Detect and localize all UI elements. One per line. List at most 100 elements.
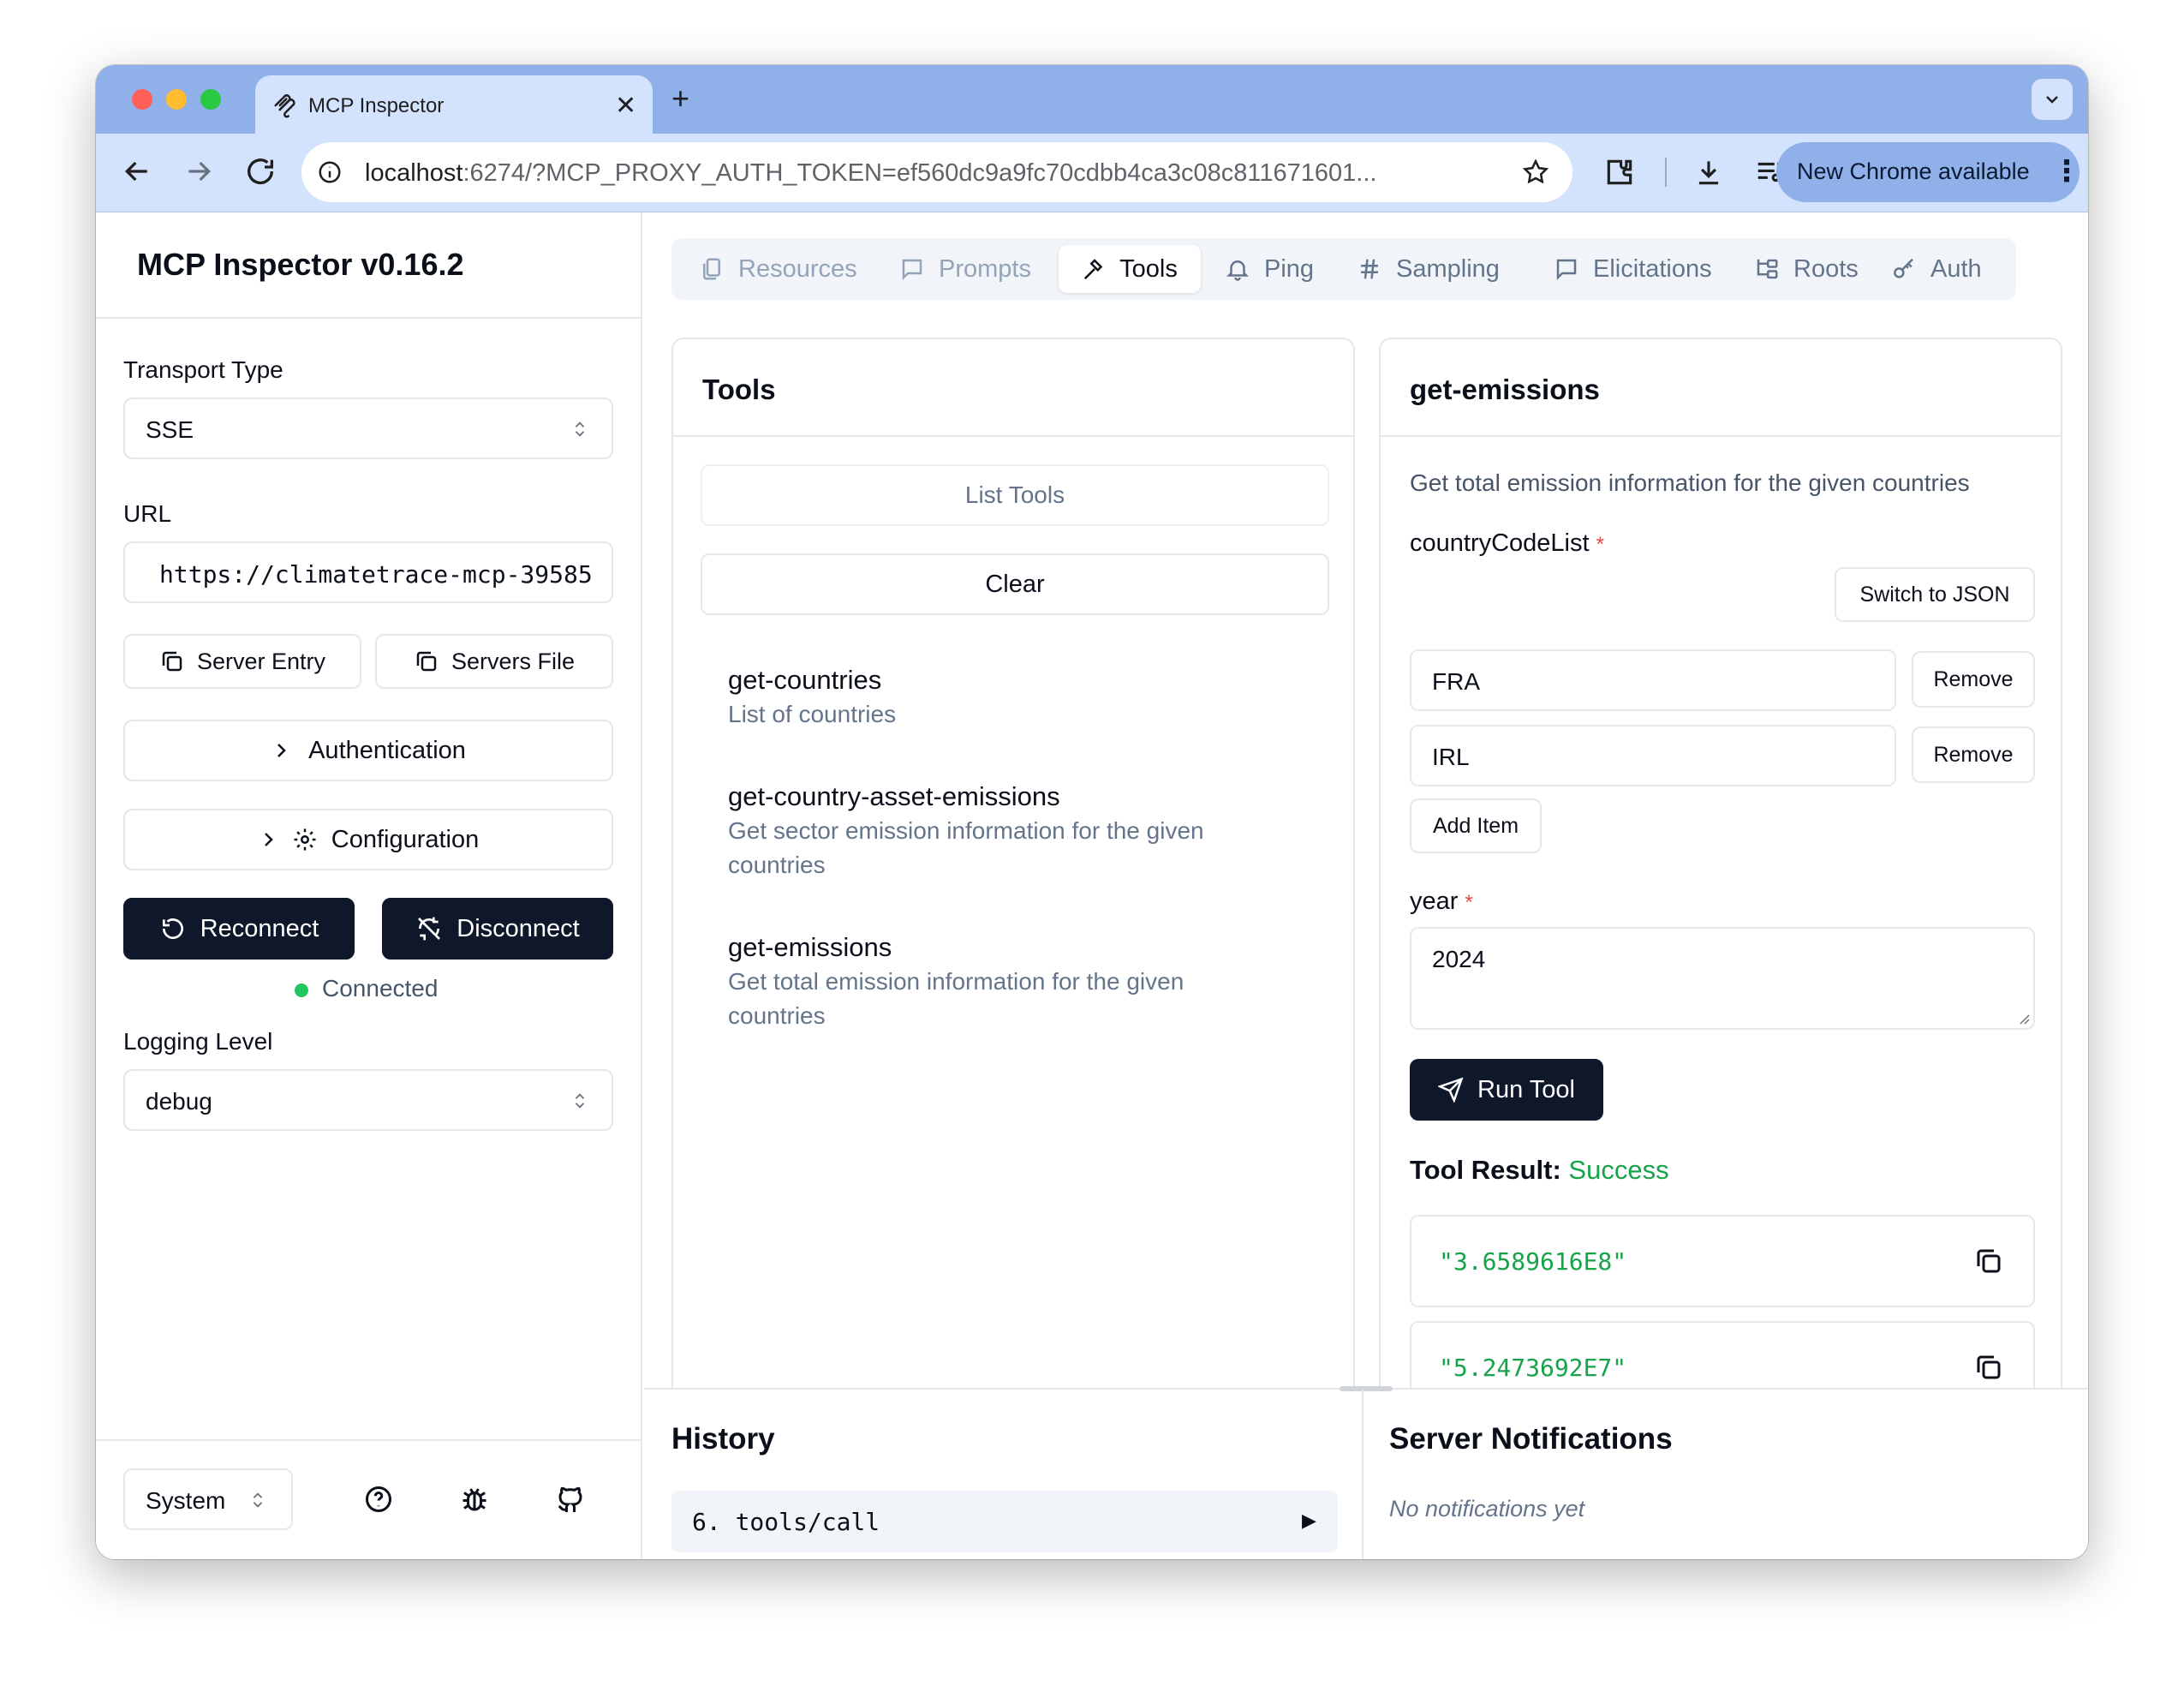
param-year-label: year * (1410, 888, 1473, 915)
expand-arrow-icon[interactable]: ▶ (1302, 1510, 1316, 1532)
reload-icon[interactable] (243, 154, 277, 188)
unplug-icon (418, 917, 441, 941)
chevrons-up-down-icon (570, 1090, 589, 1112)
hammer-icon (1084, 259, 1103, 280)
tab-ping[interactable]: Ping (1225, 248, 1314, 290)
help-circle-icon[interactable] (363, 1484, 394, 1515)
site-info-icon[interactable] (317, 159, 343, 185)
tool-item-get-emissions[interactable]: get-emissions Get total emission informa… (728, 930, 1310, 1033)
bug-icon[interactable] (459, 1484, 490, 1515)
browser-tab[interactable]: MCP Inspector ✕ (255, 75, 653, 134)
browser-window: MCP Inspector ✕ + localhost:6274/?MCP_PR… (96, 65, 2088, 1559)
url-label: URL (123, 500, 172, 527)
tool-item-get-country-asset-emissions[interactable]: get-country-asset-emissions Get sector e… (728, 780, 1310, 882)
toolbar-divider (1665, 158, 1667, 187)
tab-title: MCP Inspector (308, 94, 445, 117)
extensions-icon[interactable] (1603, 156, 1636, 188)
add-item-button[interactable]: Add Item (1410, 798, 1542, 853)
copy-icon (162, 651, 182, 672)
run-tool-button[interactable]: Run Tool (1410, 1059, 1603, 1121)
url-input[interactable]: https://climatetrace-mcp-39585 (123, 541, 613, 603)
github-icon[interactable] (555, 1484, 586, 1515)
message-square-icon (1556, 259, 1577, 281)
tools-card: Tools List Tools Clear get-countries Lis… (671, 338, 1355, 1559)
chrome-update-button[interactable]: New Chrome available ⋮ (1776, 142, 2081, 202)
logging-level-label: Logging Level (123, 1028, 273, 1055)
close-window-button[interactable] (132, 89, 152, 110)
rotate-ccw-icon (162, 918, 183, 940)
message-square-icon (902, 259, 922, 281)
history-entry[interactable]: 6. tools/call ▶ (671, 1491, 1338, 1552)
tab-resources[interactable]: Resources (699, 248, 857, 290)
chevron-right-icon (264, 833, 273, 846)
back-icon[interactable] (120, 154, 154, 188)
bookmark-star-icon[interactable] (1521, 158, 1550, 187)
tab-bar: Resources Prompts Tools Ping Sampling El… (671, 238, 2016, 300)
forward-icon[interactable] (182, 154, 216, 188)
download-icon[interactable] (1692, 156, 1725, 188)
transport-type-label: Transport Type (123, 356, 283, 383)
more-vertical-icon[interactable]: ⋮ (2052, 154, 2081, 188)
sidebar: MCP Inspector v0.16.2 Transport Type SSE… (96, 212, 642, 1559)
switch-to-json-button[interactable]: Switch to JSON (1835, 567, 2035, 622)
tab-tools[interactable]: Tools (1059, 245, 1201, 293)
panel-divider (1362, 1390, 1364, 1559)
connection-status: Connected (322, 975, 439, 1001)
resize-handle-icon[interactable] (2018, 1013, 2030, 1025)
tool-detail-card: get-emissions Get total emission informa… (1379, 338, 2062, 1559)
url-text[interactable]: localhost:6274/?MCP_PROXY_AUTH_TOKEN=ef5… (365, 159, 1376, 188)
server-entry-button[interactable]: Server Entry (123, 634, 361, 689)
array-item-input[interactable]: IRL (1410, 725, 1896, 786)
tab-prompts[interactable]: Prompts (899, 248, 1031, 290)
bottom-panel: History 6. tools/call ▶ Server Notificat… (644, 1386, 2088, 1559)
remove-item-button[interactable]: Remove (1912, 651, 2035, 708)
theme-select[interactable]: System (123, 1468, 293, 1530)
copy-icon[interactable] (1973, 1246, 2004, 1276)
logging-level-select[interactable]: debug (123, 1069, 613, 1131)
key-icon (1894, 258, 1913, 278)
year-textarea[interactable]: 2024 (1410, 927, 2035, 1030)
app-title: MCP Inspector v0.16.2 (137, 247, 464, 282)
configuration-toggle[interactable]: Configuration (123, 809, 613, 870)
mcp-logo-icon (272, 93, 298, 118)
sidebar-footer-divider (96, 1439, 642, 1441)
tool-description: Get total emission information for the g… (1410, 469, 1970, 496)
servers-file-button[interactable]: Servers File (375, 634, 613, 689)
tool-item-get-countries[interactable]: get-countries List of countries (728, 663, 1310, 732)
tools-card-title: Tools (702, 374, 776, 405)
tab-elicitations[interactable]: Elicitations (1554, 248, 1712, 290)
tab-auth[interactable]: Auth (1891, 248, 1982, 290)
close-tab-icon[interactable]: ✕ (615, 91, 636, 121)
clear-button[interactable]: Clear (701, 553, 1329, 615)
copy-icon (416, 651, 437, 672)
zoom-window-button[interactable] (200, 89, 221, 110)
address-bar[interactable]: localhost:6274/?MCP_PROXY_AUTH_TOKEN=ef5… (301, 142, 1572, 202)
copy-icon[interactable] (1973, 1352, 2004, 1383)
main-area: Resources Prompts Tools Ping Sampling El… (644, 212, 2088, 1559)
tool-result-heading: Tool Result: Success (1410, 1155, 1669, 1185)
new-tab-icon[interactable]: + (671, 81, 689, 117)
remove-item-button[interactable]: Remove (1912, 726, 2035, 783)
result-block: "3.6589616E8" (1410, 1215, 2035, 1307)
result-status: Success (1568, 1155, 1669, 1185)
minimize-window-button[interactable] (166, 89, 187, 110)
authentication-toggle[interactable]: Authentication (123, 720, 613, 781)
status-dot (295, 984, 308, 997)
disconnect-button[interactable]: Disconnect (382, 898, 613, 960)
tab-roots[interactable]: Roots (1754, 248, 1859, 290)
array-item-input[interactable]: FRA (1410, 649, 1896, 711)
chevron-down-icon (2046, 96, 2058, 104)
send-icon (1438, 1077, 1464, 1103)
param-countrycodelist-label: countryCodeList * (1410, 529, 1604, 557)
card-divider (1381, 435, 2061, 437)
tab-search-button[interactable] (2032, 79, 2073, 120)
notifications-empty: No notifications yet (1389, 1496, 1585, 1522)
resize-handle[interactable] (1340, 1386, 1393, 1391)
tool-detail-title: get-emissions (1410, 374, 1600, 405)
notifications-title: Server Notifications (1389, 1422, 1673, 1456)
reconnect-button[interactable]: Reconnect (123, 898, 355, 960)
list-tools-button[interactable]: List Tools (701, 464, 1329, 526)
tab-sampling[interactable]: Sampling (1357, 248, 1500, 290)
files-icon (703, 258, 720, 280)
transport-type-select[interactable]: SSE (123, 398, 613, 459)
